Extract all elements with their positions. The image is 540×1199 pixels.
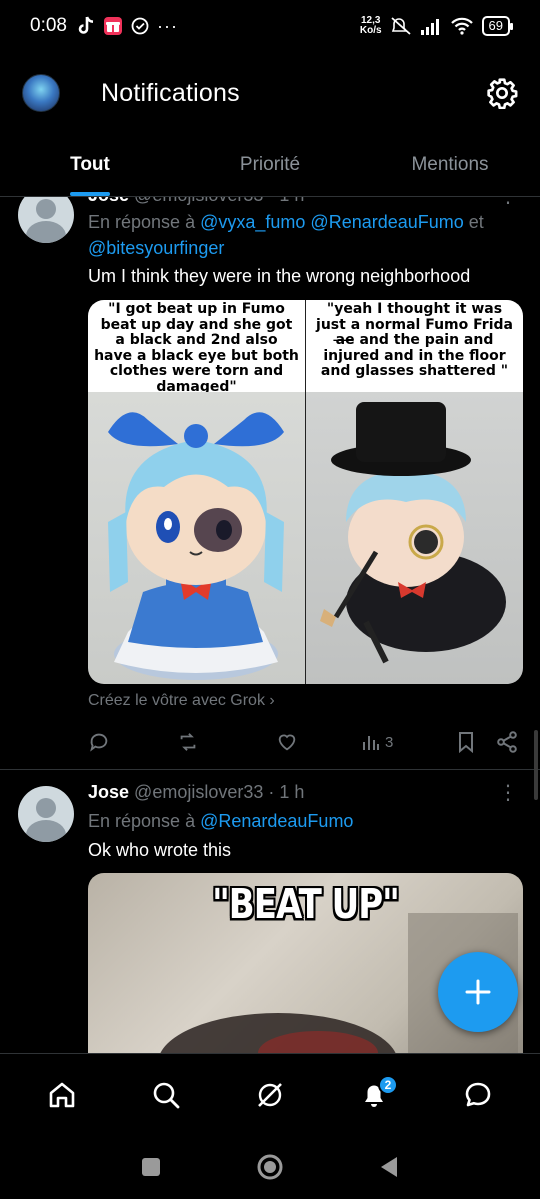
post-text: Um I think they were in the wrong neighb…	[88, 266, 471, 286]
notifications-badge: 2	[378, 1074, 398, 1095]
check-circle-icon	[131, 17, 149, 35]
post-actions: 3	[88, 727, 518, 757]
wifi-icon	[450, 17, 473, 35]
post-time: · 1 h	[268, 782, 305, 802]
battery-indicator: 69	[481, 16, 514, 36]
page-title: Notifications	[101, 78, 240, 107]
signal-icon	[420, 19, 439, 35]
user-handle[interactable]: @emojislover33	[134, 197, 263, 205]
network-speed: 12,3 Ko/s	[359, 15, 382, 36]
scrollbar[interactable]	[534, 730, 538, 800]
mention-link[interactable]: @bitesyourfinger	[88, 238, 224, 258]
user-avatar[interactable]	[18, 197, 74, 243]
repost-button[interactable]	[176, 731, 200, 753]
user-handle[interactable]: @emojislover33	[134, 782, 263, 802]
reply-context: En réponse à @RenardeauFumo	[88, 811, 354, 831]
plush-doll-illustration	[108, 412, 284, 680]
more-notifications-icon: ···	[156, 15, 178, 36]
notifications-feed[interactable]: Jose @emojislover33 · 1 h ⋮ En réponse à…	[0, 197, 540, 1053]
post-header: Jose @emojislover33 · 1 h	[88, 197, 304, 206]
status-time: 0:08	[30, 15, 67, 36]
compose-post-button[interactable]	[438, 952, 518, 1032]
reply-icon	[90, 733, 108, 752]
notification-tabs: Tout Priorité Mentions	[0, 134, 540, 196]
repost-icon	[180, 733, 196, 751]
post-image[interactable]: "I got beat up in Fumo beat up day and s…	[88, 300, 523, 684]
nav-search[interactable]	[140, 1069, 192, 1121]
views-chart-icon	[363, 736, 379, 750]
views-count: 3	[385, 733, 394, 751]
reply-post[interactable]: Jose @emojislover33 · 1 h ⋮ En réponse à…	[0, 769, 540, 1053]
meme-panel-right: "yeah I thought it was just a normal Fum…	[306, 300, 523, 684]
heart-icon	[278, 734, 296, 751]
chevron-right-icon: ›	[269, 692, 275, 709]
chat-bubble-icon	[465, 1082, 491, 1106]
mute-icon	[390, 17, 411, 35]
grok-create-link[interactable]: Créez le vôtre avec Grok ›	[88, 692, 275, 710]
system-navigation	[0, 1135, 540, 1199]
more-options-icon[interactable]: ⋮	[498, 197, 518, 208]
top-app-bar: Notifications	[0, 52, 540, 134]
bottom-navigation: 2	[0, 1053, 540, 1135]
tab-priority[interactable]: Priorité	[180, 134, 360, 196]
settings-gear-icon[interactable]	[486, 77, 518, 109]
back-triangle-icon[interactable]	[378, 1155, 400, 1179]
meme-caption-left: "I got beat up in Fumo beat up day and s…	[88, 300, 305, 394]
plus-icon	[465, 979, 491, 1005]
more-options-icon[interactable]: ⋮	[498, 780, 518, 805]
tab-all[interactable]: Tout	[0, 134, 180, 196]
user-name[interactable]: Jose	[88, 782, 129, 802]
reply-button[interactable]	[88, 731, 110, 753]
home-icon	[49, 1082, 75, 1107]
views-button[interactable]: 3	[361, 732, 393, 752]
status-bar: 0:08 ··· 12,3 Ko/s 69	[0, 0, 540, 52]
user-name[interactable]: Jose	[88, 197, 129, 205]
share-icon[interactable]	[496, 731, 518, 753]
nav-messages[interactable]	[452, 1069, 504, 1121]
nav-grok[interactable]	[244, 1069, 296, 1121]
post-text: Ok who wrote this	[88, 840, 232, 860]
recent-apps-icon[interactable]	[140, 1156, 162, 1178]
user-avatar[interactable]	[18, 786, 74, 842]
mention-link[interactable]: @vyxa_fumo	[200, 212, 305, 232]
reply-context: En réponse à @vyxa_fumo @RenardeauFumo e…	[88, 212, 484, 258]
post-header: Jose @emojislover33 · 1 h	[88, 782, 304, 803]
gift-app-icon	[103, 17, 122, 35]
meme-caption-right: "yeah I thought it was just a normal Fum…	[306, 300, 523, 392]
profile-avatar[interactable]	[22, 74, 60, 112]
home-circle-icon[interactable]	[256, 1153, 284, 1181]
meme-panel-left: "I got beat up in Fumo beat up day and s…	[88, 300, 305, 684]
bookmark-icon[interactable]	[456, 731, 476, 753]
mention-link[interactable]: @RenardeauFumo	[310, 212, 463, 232]
meme-caption: "BEAT UP"	[212, 881, 400, 929]
nav-home[interactable]	[36, 1069, 88, 1121]
nav-notifications[interactable]: 2	[348, 1069, 400, 1121]
tab-mentions[interactable]: Mentions	[360, 134, 540, 196]
grok-icon	[258, 1082, 282, 1107]
mention-link[interactable]: @RenardeauFumo	[200, 811, 353, 831]
post-time: · 1 h	[268, 197, 304, 205]
search-icon	[153, 1082, 180, 1108]
like-button[interactable]	[275, 731, 299, 753]
tiktok-icon	[78, 16, 94, 34]
plush-doll-tophat-illustration	[320, 402, 506, 664]
